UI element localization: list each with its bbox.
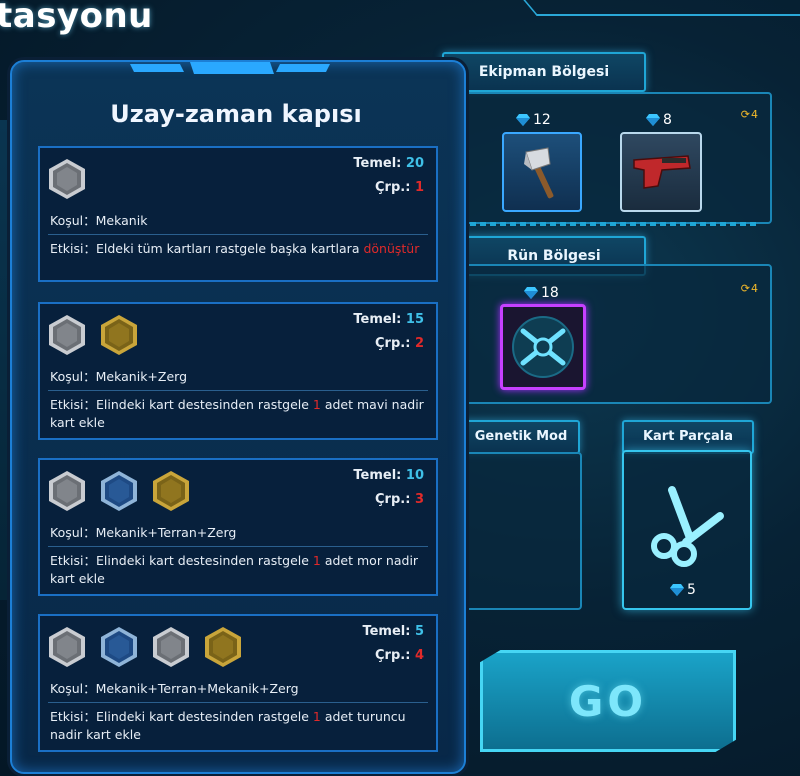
card-divider	[48, 234, 428, 235]
equipment-slot-axe[interactable]	[502, 132, 582, 212]
pistol-icon	[633, 155, 691, 189]
recipe-card[interactable]: Temel: 20 Çrp.: 1 Koşul：Mekanik Etkisi：Elde…	[38, 146, 438, 282]
card-shred-label: Kart Parçala	[622, 420, 754, 454]
scissors-icon	[651, 486, 724, 567]
rune-refresh[interactable]: ⟳ 4	[741, 282, 758, 295]
rune-slot[interactable]	[500, 304, 586, 390]
diamond-icon	[524, 287, 538, 299]
background-panel-edge	[0, 120, 9, 600]
recipe-card[interactable]: Temel: 5 Çrp.: 4 Koşul：Mekanik+Terran+Meka…	[38, 614, 438, 752]
genetic-mod-label: Genetik Mod	[462, 420, 580, 454]
multiplier-value: Çrp.: 3	[375, 492, 424, 507]
multiplier-value: Çrp.: 1	[375, 180, 424, 195]
blue-hexagon-icon	[100, 626, 138, 668]
card-divider	[48, 546, 428, 547]
faction-requirements	[48, 158, 86, 200]
multiplier-value: Çrp.: 4	[375, 648, 424, 663]
equipment-item-2-cost: 8	[646, 112, 672, 128]
base-value: Temel: 20	[353, 156, 424, 171]
axe-icon	[524, 147, 554, 199]
faction-requirements	[48, 314, 138, 356]
effect-text: Etkisi：Eldeki tüm kartları rastgele başk…	[50, 241, 420, 256]
recipe-card[interactable]: Temel: 10 Çrp.: 3 Koşul：Mekanik+Terran+Zer…	[38, 458, 438, 596]
equipment-slot-pistol[interactable]	[620, 132, 702, 212]
card-shred-slot[interactable]: 5	[622, 450, 752, 610]
condition-text: Koşul：Mekanik+Zerg	[50, 369, 188, 384]
base-value: Temel: 5	[362, 624, 424, 639]
condition-text: Koşul：Mekanik+Terran+Zerg	[50, 525, 237, 540]
diamond-icon	[670, 584, 684, 596]
page-title: tasyonu	[0, 0, 153, 36]
rune-emblem-icon	[512, 316, 574, 378]
diamond-icon	[646, 114, 660, 126]
diamond-icon	[516, 114, 530, 126]
gray-hexagon-icon	[48, 314, 86, 356]
gray-hexagon-icon	[152, 626, 190, 668]
modal-header-decoration	[130, 62, 330, 74]
base-value: Temel: 10	[353, 468, 424, 483]
title-decoration	[523, 0, 800, 16]
equipment-refresh[interactable]: ⟳ 4	[741, 108, 758, 121]
rune-item-1-cost: 18	[524, 285, 559, 301]
refresh-icon: ⟳	[740, 282, 750, 295]
base-value: Temel: 15	[353, 312, 424, 327]
equipment-zone-label: Ekipman Bölgesi	[442, 52, 646, 92]
genetic-mod-slot[interactable]	[462, 452, 582, 610]
gray-hexagon-icon	[48, 626, 86, 668]
equipment-item-1-cost: 12	[516, 112, 551, 128]
condition-text: Koşul：Mekanik+Terran+Mekanik+Zerg	[50, 681, 299, 696]
effect-text: Etkisi：Elindeki kart destesinden rastgel…	[50, 709, 406, 742]
gray-hexagon-icon	[48, 158, 86, 200]
card-shred-cost: 5	[670, 582, 696, 598]
gold-hexagon-icon	[204, 626, 242, 668]
multiplier-value: Çrp.: 2	[375, 336, 424, 351]
blue-hexagon-icon	[100, 470, 138, 512]
faction-requirements	[48, 626, 242, 668]
modal-title: Uzay-zaman kapısı	[110, 100, 362, 128]
recipe-card[interactable]: Temel: 15 Çrp.: 2 Koşul：Mekanik+Zerg Etkisi…	[38, 302, 438, 440]
faction-requirements	[48, 470, 190, 512]
go-button[interactable]: GO	[480, 650, 736, 752]
card-divider	[48, 390, 428, 391]
condition-text: Koşul：Mekanik	[50, 213, 148, 228]
panel-divider	[470, 222, 760, 226]
effect-text: Etkisi：Elindeki kart destesinden rastgel…	[50, 553, 419, 586]
gold-hexagon-icon	[152, 470, 190, 512]
gold-hexagon-icon	[100, 314, 138, 356]
refresh-icon: ⟳	[740, 108, 750, 121]
effect-text: Etkisi：Elindeki kart destesinden rastgel…	[50, 397, 424, 430]
card-divider	[48, 702, 428, 703]
gray-hexagon-icon	[48, 470, 86, 512]
